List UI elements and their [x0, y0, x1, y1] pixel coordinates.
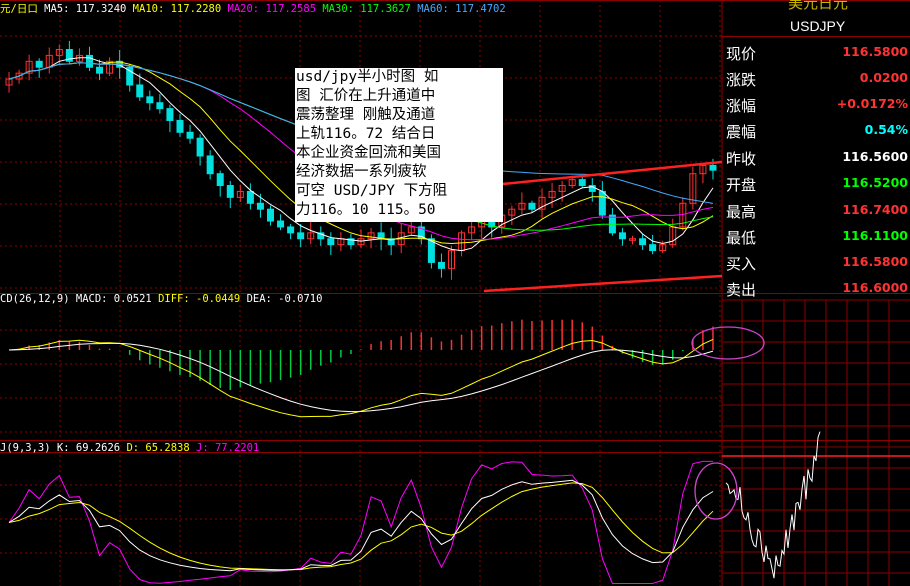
candle-body	[196, 137, 204, 157]
quote-row-price: 现价 116.5800	[724, 40, 910, 63]
quote-label: 买入	[726, 255, 757, 273]
quote-row-open: 开盘 116.5200	[724, 171, 910, 194]
candle-body	[327, 238, 335, 246]
candle-body	[35, 60, 43, 68]
candle-body	[578, 179, 586, 187]
candle-body	[216, 173, 224, 187]
quote-label: 最低	[726, 229, 757, 247]
j-value: J: 77.2201	[196, 442, 260, 454]
diff-line	[8, 338, 714, 418]
quote-row-prev-close: 昨收 116.5600	[724, 145, 910, 168]
quote-row-bid: 买入 116.5800	[724, 250, 910, 273]
candle-body	[136, 84, 144, 98]
dea-line	[8, 342, 714, 413]
macd-header: CD(26,12,9) MACD: 0.0521 DIFF: -0.0449 D…	[0, 293, 322, 305]
annotation-line: 图 汇价在上升通道中	[296, 88, 436, 104]
quote-value: 116.1100	[842, 228, 908, 243]
ma60-label: MA60: 117.4702	[417, 3, 506, 15]
candle-body	[639, 238, 647, 246]
quote-value: 0.0200	[859, 70, 908, 85]
kdj-highlight-ellipse	[694, 462, 738, 520]
quote-label: 最高	[726, 203, 757, 221]
quote-value: 116.6000	[842, 280, 908, 295]
dea-value: DEA: -0.0710	[246, 293, 323, 305]
candle-body	[266, 208, 274, 222]
candle-body	[618, 232, 626, 240]
quote-value: 0.54%	[864, 122, 908, 137]
quote-value: 116.5600	[842, 149, 908, 164]
tick-price-line	[725, 431, 821, 579]
quote-row-high: 最高 116.7400	[724, 198, 910, 221]
main-indicator-header: 元/日口 MA5: 117.3240 MA10: 117.2280 MA20: …	[0, 3, 506, 15]
quote-label: 现价	[726, 45, 757, 63]
ma30-label: MA30: 117.3627	[322, 3, 411, 15]
annotation-line: 震荡整理 刚触及通道	[296, 107, 436, 123]
k-value: K: 69.2626	[56, 442, 121, 454]
channel-lower-line	[483, 274, 723, 293]
kdj-name: J(9,3,3)	[0, 442, 51, 454]
candle-body	[156, 102, 164, 110]
d-value: D: 65.2838	[126, 442, 190, 454]
analysis-annotation: usd/jpy半小时图 如 图 汇价在上升通道中 震荡整理 刚触及通道 上轨11…	[295, 68, 503, 222]
annotation-line: 力116。10 115。50	[296, 202, 436, 218]
quote-row-change: 涨跌 0.0200	[724, 66, 910, 89]
quote-label: 卖出	[726, 281, 757, 299]
quote-row-low: 最低 116.1100	[724, 224, 910, 247]
quote-label: 震幅	[726, 123, 757, 141]
j-line	[8, 460, 713, 584]
candle-body	[277, 220, 285, 228]
symbol-code: USDJPY	[790, 18, 846, 34]
candle-body	[206, 155, 214, 175]
ma5-label: MA5: 117.3240	[44, 3, 127, 15]
candle-body	[96, 66, 104, 74]
k-line	[8, 479, 714, 572]
candle-body	[186, 131, 194, 139]
candle-body	[297, 232, 305, 240]
candle-body	[598, 190, 606, 216]
candle-body	[287, 226, 295, 234]
quote-row-ask: 卖出 116.6000	[724, 276, 910, 299]
ma10-label: MA10: 117.2280	[132, 3, 222, 15]
candle-body	[166, 108, 174, 121]
quote-row-change-pct: 涨幅 +0.0172%	[724, 92, 910, 115]
main-panel-title: 元/日口	[0, 3, 38, 15]
quote-label: 涨幅	[726, 97, 757, 115]
annotation-line: 可空 USD/JPY 下方阻	[296, 183, 448, 199]
candle-body	[146, 96, 154, 104]
annotation-line: 经济数据一系列疲软	[296, 164, 427, 180]
quote-label: 涨跌	[726, 71, 757, 89]
macd-name: CD(26,12,9)	[0, 293, 70, 305]
candle-body	[226, 185, 234, 198]
quote-value: 116.5200	[842, 175, 908, 190]
kdj-lines	[8, 460, 714, 584]
candle-body	[437, 261, 445, 269]
tick-line	[725, 431, 821, 579]
candle-body	[85, 54, 93, 68]
annotation-line: 上轨116。72 结合日	[296, 126, 436, 142]
candle-body	[709, 164, 717, 171]
candle-body	[176, 119, 184, 133]
quote-value: +0.0172%	[836, 96, 908, 111]
quote-label: 昨收	[726, 150, 757, 168]
quote-value: 116.5800	[842, 254, 908, 269]
quote-row-amplitude: 震幅 0.54%	[724, 118, 910, 141]
ma20-label: MA20: 117.2585	[227, 3, 317, 15]
annotation-line: usd/jpy半小时图 如	[296, 69, 439, 85]
candle-body	[649, 244, 657, 252]
quote-value: 116.5800	[842, 44, 908, 59]
candle-body	[528, 202, 536, 210]
diff-value: DIFF: -0.0449	[158, 293, 241, 305]
kdj-header: J(9,3,3) K: 69.2626 D: 65.2838 J: 77.220…	[0, 442, 259, 454]
candle-body	[256, 202, 264, 210]
candle-body	[246, 190, 254, 204]
macd-value: MACD: 0.0521	[75, 293, 152, 305]
macd-lines	[8, 338, 714, 418]
quote-value: 116.7400	[842, 202, 908, 217]
symbol-title: 美元日元	[788, 0, 849, 12]
quote-label: 开盘	[726, 176, 757, 194]
annotation-line: 本企业资金回流和美国	[296, 145, 441, 161]
